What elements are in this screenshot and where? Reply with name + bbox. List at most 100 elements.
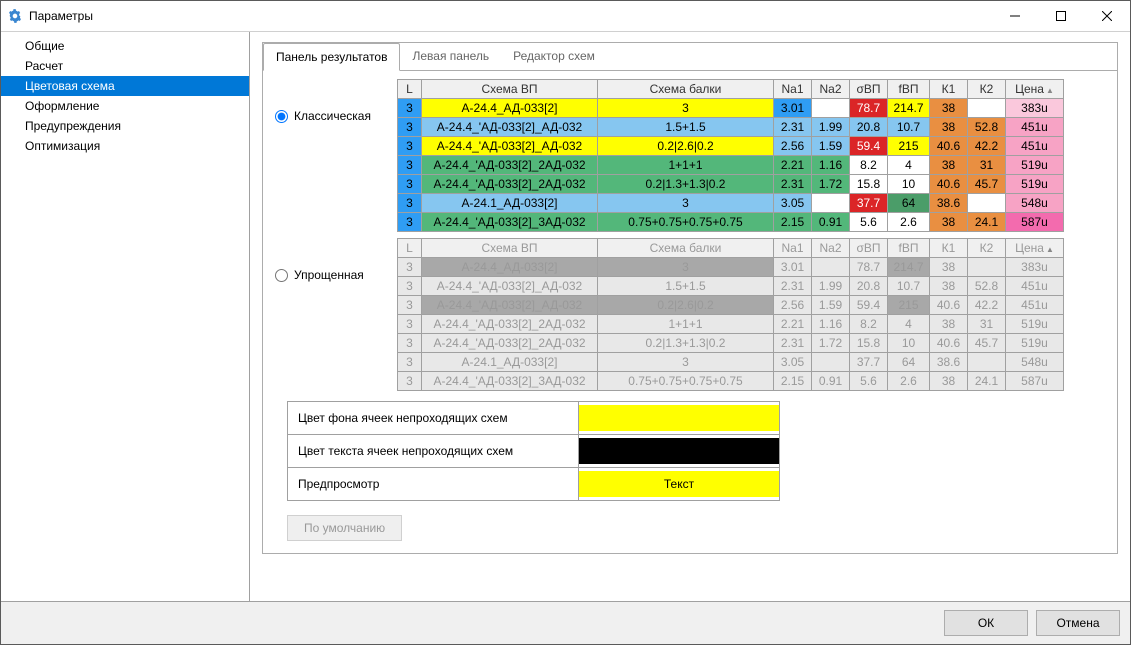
cell-Na2: 0.91: [812, 213, 850, 232]
table-row[interactable]: 3А-24.4_АД-033[2]33.0178.7214.738383u: [398, 258, 1064, 277]
col-na1[interactable]: Na1: [774, 80, 812, 99]
cell-beam: 1+1+1: [598, 315, 774, 334]
table-row[interactable]: 3А-24.4_'АД-033[2]_2АД-0321+1+12.211.168…: [398, 156, 1064, 175]
col-k2[interactable]: К2: [968, 80, 1006, 99]
cell-L: 3: [398, 175, 422, 194]
cell-L: 3: [398, 334, 422, 353]
col-fvp[interactable]: fВП: [888, 80, 930, 99]
col-na1[interactable]: Na1: [774, 239, 812, 258]
cell-fVP: 10: [888, 334, 930, 353]
cell-vp: А-24.4_'АД-033[2]_2АД-032: [422, 175, 598, 194]
maximize-button[interactable]: [1038, 1, 1084, 31]
col-L[interactable]: L: [398, 239, 422, 258]
cell-fVP: 214.7: [888, 258, 930, 277]
table-row[interactable]: 3А-24.4_'АД-033[2]_3АД-0320.75+0.75+0.75…: [398, 372, 1064, 391]
radio-simple[interactable]: [275, 269, 288, 282]
cell-sVP: 59.4: [850, 296, 888, 315]
cell-sVP: 37.7: [850, 194, 888, 213]
radio-classic[interactable]: [275, 110, 288, 123]
cell-Na1: 2.21: [774, 156, 812, 175]
table-row[interactable]: 3А-24.4_'АД-033[2]_2АД-0320.2|1.3+1.3|0.…: [398, 175, 1064, 194]
cell-price: 587u: [1006, 372, 1064, 391]
ok-button[interactable]: ОК: [944, 610, 1028, 636]
col-scheme-vp[interactable]: Схема ВП: [422, 80, 598, 99]
col-k1[interactable]: К1: [930, 239, 968, 258]
cell-L: 3: [398, 277, 422, 296]
cell-fVP: 64: [888, 353, 930, 372]
close-button[interactable]: [1084, 1, 1130, 31]
cell-K2: 31: [968, 156, 1006, 175]
cell-price: 451u: [1006, 137, 1064, 156]
cell-Na1: 3.05: [774, 194, 812, 213]
col-price[interactable]: Цена▲: [1006, 80, 1064, 99]
cell-K1: 40.6: [930, 334, 968, 353]
table-row[interactable]: 3А-24.4_'АД-033[2]_АД-0320.2|2.6|0.22.56…: [398, 137, 1064, 156]
cell-K2: 45.7: [968, 175, 1006, 194]
cell-L: 3: [398, 194, 422, 213]
cell-Na2: 1.59: [812, 296, 850, 315]
sidebar-item-styling[interactable]: Оформление: [1, 96, 249, 116]
col-scheme-beam[interactable]: Схема балки: [598, 239, 774, 258]
cell-Na1: 2.31: [774, 118, 812, 137]
cell-K2: [968, 194, 1006, 213]
col-k2[interactable]: К2: [968, 239, 1006, 258]
cell-vp: А-24.4_'АД-033[2]_2АД-032: [422, 315, 598, 334]
cell-fVP: 215: [888, 137, 930, 156]
sidebar-item-warnings[interactable]: Предупреждения: [1, 116, 249, 136]
table-row[interactable]: 3А-24.4_АД-033[2]33.0178.7214.738383u: [398, 99, 1064, 118]
sidebar-item-optimization[interactable]: Оптимизация: [1, 136, 249, 156]
col-svp[interactable]: σВП: [850, 80, 888, 99]
col-k1[interactable]: К1: [930, 80, 968, 99]
cell-sVP: 59.4: [850, 137, 888, 156]
col-L[interactable]: L: [398, 80, 422, 99]
table-row[interactable]: 3А-24.4_'АД-033[2]_2АД-0321+1+12.211.168…: [398, 315, 1064, 334]
col-fvp[interactable]: fВП: [888, 239, 930, 258]
cell-fVP: 214.7: [888, 99, 930, 118]
cell-Na1: 3.01: [774, 258, 812, 277]
cell-K1: 38: [930, 315, 968, 334]
cell-K1: 40.6: [930, 137, 968, 156]
table-row[interactable]: 3А-24.4_'АД-033[2]_АД-0321.5+1.52.311.99…: [398, 118, 1064, 137]
col-scheme-vp[interactable]: Схема ВП: [422, 239, 598, 258]
sidebar-item-calculation[interactable]: Расчет: [1, 56, 249, 76]
cancel-button[interactable]: Отмена: [1036, 610, 1120, 636]
table-header-row: L Схема ВП Схема балки Na1 Na2 σВП fВП К…: [398, 239, 1064, 258]
sidebar-item-general[interactable]: Общие: [1, 36, 249, 56]
footer: ОК Отмена: [1, 601, 1130, 644]
tab-left-panel[interactable]: Левая панель: [400, 43, 501, 70]
table-row[interactable]: 3А-24.4_'АД-033[2]_АД-0320.2|2.6|0.22.56…: [398, 296, 1064, 315]
col-na2[interactable]: Na2: [812, 239, 850, 258]
table-row[interactable]: 3А-24.1_АД-033[2]33.0537.76438.6548u: [398, 353, 1064, 372]
cell-beam: 1.5+1.5: [598, 277, 774, 296]
col-na2[interactable]: Na2: [812, 80, 850, 99]
table-row[interactable]: 3А-24.4_'АД-033[2]_3АД-0320.75+0.75+0.75…: [398, 213, 1064, 232]
cell-fVP: 2.6: [888, 213, 930, 232]
fg-color-swatch[interactable]: [579, 435, 780, 468]
tab-scheme-editor[interactable]: Редактор схем: [501, 43, 607, 70]
cell-Na1: 3.01: [774, 99, 812, 118]
default-button[interactable]: По умолчанию: [287, 515, 402, 541]
sidebar-item-color-scheme[interactable]: Цветовая схема: [1, 76, 249, 96]
cell-beam: 3: [598, 353, 774, 372]
cell-Na1: 2.15: [774, 372, 812, 391]
cell-K1: 38: [930, 372, 968, 391]
bg-color-swatch[interactable]: [579, 402, 780, 435]
content-area: Панель результатов Левая панель Редактор…: [250, 32, 1130, 601]
col-scheme-beam[interactable]: Схема балки: [598, 80, 774, 99]
cell-vp: А-24.4_АД-033[2]: [422, 99, 598, 118]
cell-vp: А-24.4_'АД-033[2]_АД-032: [422, 296, 598, 315]
minimize-button[interactable]: [992, 1, 1038, 31]
cell-Na1: 3.05: [774, 353, 812, 372]
cell-price: 451u: [1006, 296, 1064, 315]
cell-K1: 40.6: [930, 175, 968, 194]
table-row[interactable]: 3А-24.4_'АД-033[2]_АД-0321.5+1.52.311.99…: [398, 277, 1064, 296]
cell-price: 519u: [1006, 334, 1064, 353]
col-svp[interactable]: σВП: [850, 239, 888, 258]
col-price[interactable]: Цена▲: [1006, 239, 1064, 258]
cell-Na2: 1.72: [812, 334, 850, 353]
table-row[interactable]: 3А-24.1_АД-033[2]33.0537.76438.6548u: [398, 194, 1064, 213]
tab-results-panel[interactable]: Панель результатов: [263, 43, 400, 71]
cell-vp: А-24.4_'АД-033[2]_3АД-032: [422, 372, 598, 391]
table-row[interactable]: 3А-24.4_'АД-033[2]_2АД-0320.2|1.3+1.3|0.…: [398, 334, 1064, 353]
cell-price: 548u: [1006, 353, 1064, 372]
